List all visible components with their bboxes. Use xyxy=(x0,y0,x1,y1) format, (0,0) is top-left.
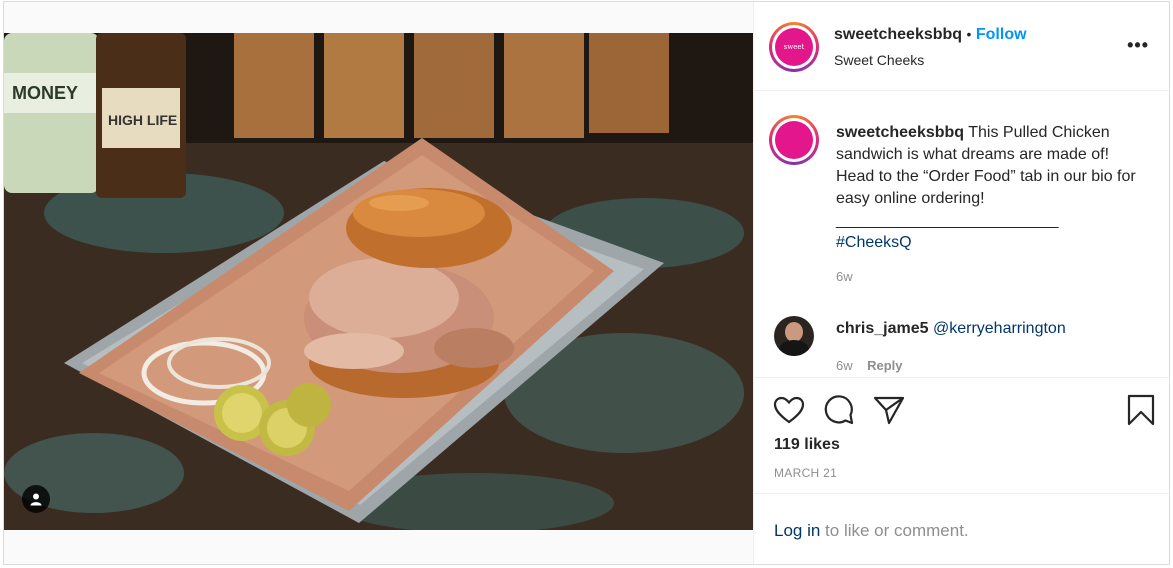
pulled-chicken-sandwich-image: MONEY HIGH LIFE xyxy=(4,33,753,530)
post-photo[interactable]: MONEY HIGH LIFE xyxy=(4,33,753,530)
comment-mention[interactable]: @kerryeharrington xyxy=(933,320,1066,337)
header-info: sweetcheeksbbq • Follow xyxy=(834,26,1027,44)
reply-button[interactable]: Reply xyxy=(867,358,902,373)
comment-timestamp[interactable]: 6w xyxy=(836,358,853,373)
actions-bar: 119 likes MARCH 21 xyxy=(754,378,1169,493)
caption-username[interactable]: sweetcheeksbbq xyxy=(836,124,964,141)
follow-button[interactable]: Follow xyxy=(976,26,1027,43)
share-icon[interactable] xyxy=(872,393,906,427)
caption-divider: _________________________ xyxy=(836,212,1059,229)
location-label[interactable]: Sweet Cheeks xyxy=(834,52,924,68)
comments-section: sweetcheeksbbq This Pulled Chicken sandw… xyxy=(754,91,1169,378)
separator-dot: • xyxy=(966,26,972,42)
commenter-username[interactable]: chris_jame5 xyxy=(836,320,929,337)
login-suffix: to like or comment. xyxy=(820,521,969,540)
avatar[interactable]: sweet cheeks Q xyxy=(769,22,819,72)
login-prompt: Log in to like or comment. xyxy=(754,493,1169,564)
caption-brand-logo xyxy=(775,121,813,159)
commenter-avatar[interactable] xyxy=(774,316,814,356)
bookmark-icon[interactable] xyxy=(1124,393,1158,427)
post-header: sweet cheeks Q sweetcheeksbbq • Follow S… xyxy=(754,2,1169,91)
likes-count[interactable]: 119 likes xyxy=(774,436,840,454)
media-panel: MONEY HIGH LIFE xyxy=(4,2,753,564)
svg-text:HIGH LIFE: HIGH LIFE xyxy=(108,112,177,128)
login-link[interactable]: Log in xyxy=(774,521,820,540)
post-sidebar: sweet cheeks Q sweetcheeksbbq • Follow S… xyxy=(753,2,1169,564)
heart-icon[interactable] xyxy=(772,393,806,427)
comment-body: chris_jame5 @kerryeharrington xyxy=(836,320,1066,338)
post-date[interactable]: MARCH 21 xyxy=(774,466,837,480)
brand-logo: sweet cheeks Q xyxy=(775,28,813,66)
svg-text:MONEY: MONEY xyxy=(12,83,78,103)
hashtag-link[interactable]: #CheeksQ xyxy=(836,232,1141,254)
comment-meta: 6w Reply xyxy=(836,357,902,375)
more-options-icon[interactable]: ••• xyxy=(1127,35,1149,56)
comment-icon[interactable] xyxy=(822,393,856,427)
instagram-post-embed: MONEY HIGH LIFE sweet sweetcheeksbbq • F… xyxy=(3,1,1170,565)
caption-avatar[interactable] xyxy=(769,115,819,165)
header-username[interactable]: sweetcheeksbbq xyxy=(834,26,962,43)
caption-timestamp[interactable]: 6w xyxy=(836,266,1141,288)
tagged-user-icon[interactable] xyxy=(22,485,50,513)
post-caption: sweetcheeksbbq This Pulled Chicken sandw… xyxy=(836,122,1141,288)
